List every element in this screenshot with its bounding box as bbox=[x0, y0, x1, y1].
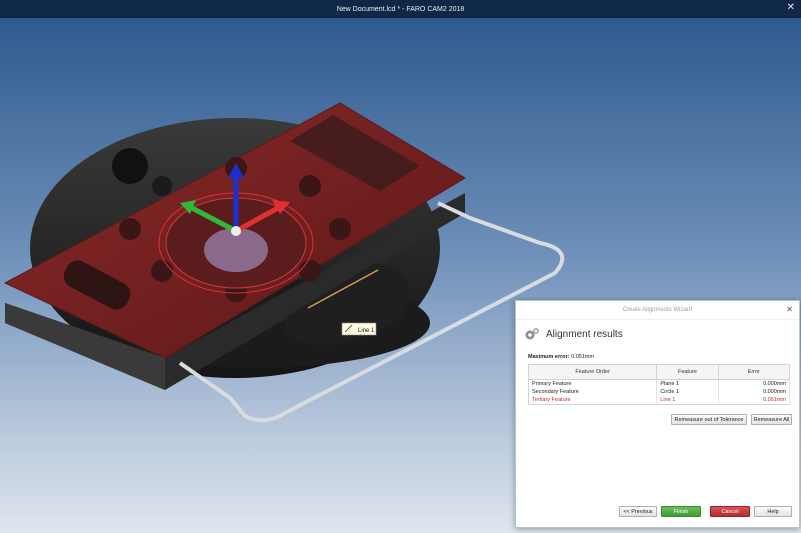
hole bbox=[329, 218, 351, 240]
hole bbox=[299, 260, 321, 282]
remeasure-out-of-tolerance-button[interactable]: Remeasure out of Tolerance bbox=[671, 414, 747, 425]
feature-name: Line 1 bbox=[656, 396, 719, 405]
max-error-label: Maximum error: bbox=[528, 354, 570, 360]
table-row[interactable]: Primary Feature Plane 1 0.000mm bbox=[528, 379, 791, 388]
hole bbox=[152, 176, 172, 196]
previous-button[interactable]: << Previous bbox=[619, 506, 657, 517]
create-alignments-wizard: Create Alignments Wizard ✕ Alignment res… bbox=[515, 300, 800, 528]
callout-label: Line 1 bbox=[358, 328, 375, 334]
hole bbox=[299, 175, 321, 197]
column-header[interactable]: Feature Order bbox=[527, 364, 658, 380]
column-header[interactable]: Error bbox=[717, 364, 791, 380]
feature-order: Primary Feature bbox=[528, 379, 658, 388]
feature-error: 0.000mm bbox=[718, 388, 791, 396]
wizard-title: Create Alignments Wizard bbox=[622, 307, 693, 313]
gears-icon bbox=[525, 328, 539, 340]
hole-large bbox=[112, 148, 148, 184]
close-window-icon[interactable]: ✕ bbox=[787, 2, 795, 13]
window-title: New Document.lcd * - FARO CAM2 2018 bbox=[336, 5, 465, 13]
feature-error: 0.000mm bbox=[718, 379, 791, 388]
line-1-callout[interactable]: Line 1 bbox=[341, 322, 377, 336]
hole bbox=[151, 260, 173, 282]
column-header[interactable]: Feature bbox=[656, 364, 719, 380]
help-button[interactable]: Help bbox=[754, 506, 792, 517]
wizard-title-bar: Create Alignments Wizard ✕ bbox=[516, 301, 799, 320]
max-error-value: 0.051mm bbox=[571, 354, 595, 360]
wizard-heading: Alignment results bbox=[546, 328, 623, 340]
feature-order: Secondary Feature bbox=[528, 388, 658, 396]
feature-order: Tertiary Feature bbox=[528, 396, 658, 405]
alignment-results-table: Feature Order Feature Error Primary Feat… bbox=[527, 364, 791, 405]
origin-sphere bbox=[231, 226, 241, 236]
maximum-error: Maximum error: 0.051mm bbox=[528, 354, 799, 360]
wizard-header: Alignment results bbox=[516, 320, 799, 346]
hole bbox=[119, 218, 141, 240]
title-bar: New Document.lcd * - FARO CAM2 2018 ✕ bbox=[0, 0, 801, 18]
table-row[interactable]: Tertiary Feature Line 1 0.051mm bbox=[528, 396, 791, 405]
feature-name: Plane 1 bbox=[656, 379, 719, 388]
feature-error: 0.051mm bbox=[718, 396, 791, 405]
close-icon[interactable]: ✕ bbox=[786, 305, 793, 314]
cancel-button[interactable]: Cancel bbox=[710, 506, 750, 517]
table-row[interactable]: Secondary Feature Circle 1 0.000mm bbox=[528, 388, 791, 396]
feature-name: Circle 1 bbox=[656, 388, 719, 396]
remeasure-all-button[interactable]: Remeasure All bbox=[751, 414, 792, 425]
finish-button[interactable]: Finish bbox=[661, 506, 701, 517]
